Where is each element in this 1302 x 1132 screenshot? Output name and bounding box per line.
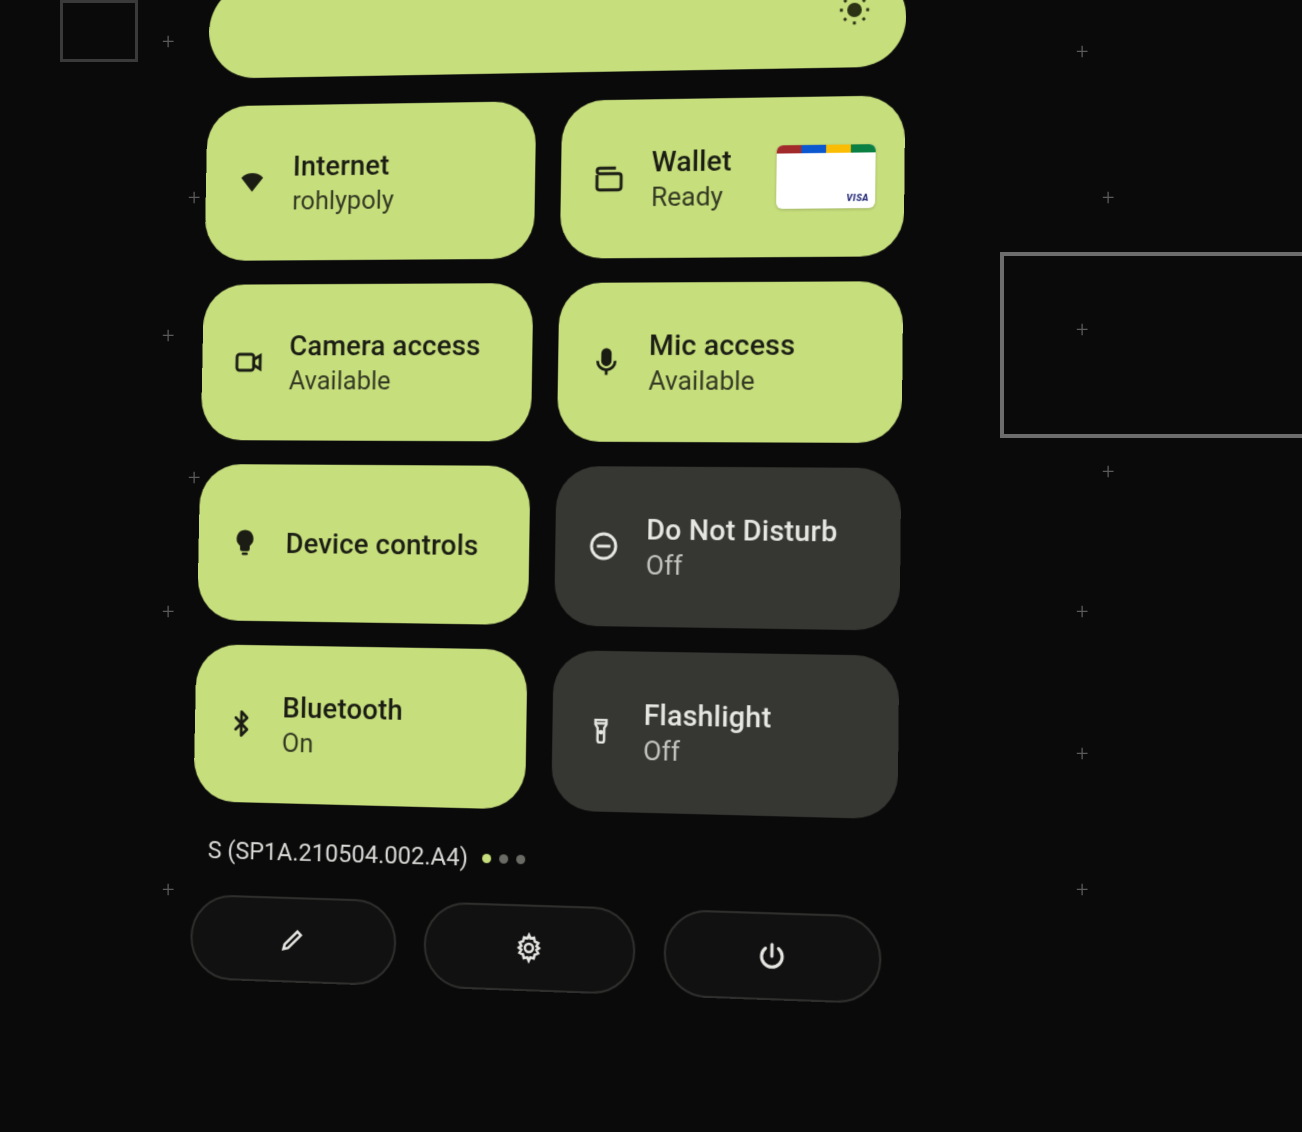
bulb-icon <box>225 527 264 558</box>
card-brand: VISA <box>846 194 869 205</box>
wallet-icon <box>589 163 630 196</box>
page-dot <box>482 853 491 863</box>
bg-plus: + <box>162 600 174 625</box>
tile-title: Internet <box>293 148 395 182</box>
tile-subtitle: Available <box>648 366 795 397</box>
tile-subtitle: Available <box>289 366 481 396</box>
bg-plus: + <box>1076 600 1088 625</box>
mic-icon <box>586 347 627 378</box>
tile-title: Flashlight <box>643 698 771 735</box>
power-button[interactable] <box>663 909 882 1004</box>
tile-subtitle: On <box>282 728 403 761</box>
bg-plus: + <box>188 186 200 211</box>
flashlight-icon <box>580 713 621 749</box>
bg-plus: + <box>1102 186 1114 211</box>
tile-subtitle: Ready <box>651 181 732 212</box>
tile-title: Camera access <box>289 328 481 361</box>
tile-subtitle: Off <box>643 736 771 770</box>
tile-title: Bluetooth <box>282 691 403 727</box>
quick-settings-panel: Internet rohlypoly Wallet Ready <box>190 0 907 1005</box>
tile-dnd[interactable]: Do Not Disturb Off <box>554 466 901 631</box>
bg-plus: + <box>1102 460 1114 485</box>
gear-icon <box>514 932 545 964</box>
bluetooth-icon <box>222 706 261 741</box>
build-row: S (SP1A.210504.002.A4) <box>208 836 898 885</box>
footer-actions <box>190 894 897 1005</box>
tile-subtitle: rohlypoly <box>292 185 394 216</box>
tile-wallet[interactable]: Wallet Ready VISA <box>560 95 906 258</box>
bg-square <box>60 0 138 62</box>
bg-square <box>1000 252 1302 438</box>
bg-plus: + <box>188 466 200 491</box>
page-indicator[interactable] <box>482 853 525 864</box>
tile-internet[interactable]: Internet rohlypoly <box>204 101 536 261</box>
wifi-icon <box>233 167 272 199</box>
wallet-card-thumbnail: VISA <box>776 144 876 209</box>
bg-plus: + <box>1076 40 1088 65</box>
build-label: S (SP1A.210504.002.A4) <box>208 836 469 872</box>
bg-plus: + <box>1076 878 1088 903</box>
bg-plus: + <box>162 878 174 903</box>
bg-plus: + <box>162 324 174 349</box>
tile-title: Device controls <box>285 526 478 561</box>
tiles-grid: Internet rohlypoly Wallet Ready <box>193 95 905 819</box>
bg-plus: + <box>1076 318 1088 343</box>
tile-camera-access[interactable]: Camera access Available <box>201 283 534 441</box>
tile-flashlight[interactable]: Flashlight Off <box>551 650 899 819</box>
tile-device-controls[interactable]: Device controls <box>197 464 530 625</box>
page-dot <box>499 854 508 864</box>
brightness-icon <box>832 0 878 33</box>
power-icon <box>756 940 787 972</box>
tile-title: Wallet <box>651 143 732 178</box>
tile-bluetooth[interactable]: Bluetooth On <box>193 644 527 810</box>
tile-title: Mic access <box>649 328 796 362</box>
dnd-icon <box>583 530 624 563</box>
tile-mic-access[interactable]: Mic access Available <box>557 281 903 443</box>
tile-title: Do Not Disturb <box>646 512 838 548</box>
page-dot <box>516 854 525 864</box>
camera-icon <box>229 346 268 378</box>
pencil-icon <box>279 925 307 954</box>
bg-plus: + <box>1076 742 1088 767</box>
bg-plus: + <box>162 30 174 55</box>
tile-subtitle: Off <box>646 550 838 583</box>
brightness-slider[interactable] <box>208 0 907 79</box>
edit-button[interactable] <box>190 894 397 987</box>
settings-button[interactable] <box>423 901 636 995</box>
